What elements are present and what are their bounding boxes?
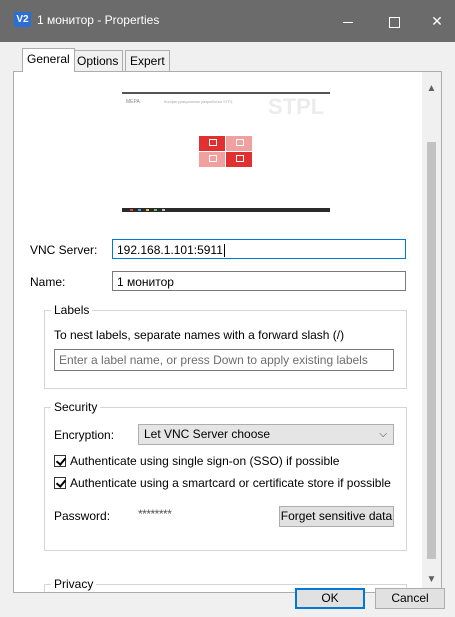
- preview-taskbar-icon: [130, 209, 133, 211]
- text-caret: [223, 244, 225, 258]
- connection-preview-thumbnail: MEPA Конфигурационная разработка STPL ST…: [122, 92, 330, 212]
- smartcard-label[interactable]: Authenticate using a smartcard or certif…: [70, 476, 391, 490]
- label-input[interactable]: Enter a label name, or press Down to app…: [54, 349, 394, 371]
- security-group: Security Encryption: Let VNC Server choo…: [44, 400, 407, 551]
- security-group-title: Security: [51, 400, 101, 414]
- preview-subtitle: Конфигурационная разработка STPL: [164, 99, 233, 104]
- preview-taskbar-icon: [162, 209, 165, 211]
- properties-dialog: General Options Expert MEPA Конфигурацио…: [0, 42, 455, 617]
- title-bar: V2 1 монитор - Properties ✕: [0, 0, 455, 42]
- cancel-button[interactable]: Cancel: [375, 588, 445, 609]
- scroll-up-arrow-icon[interactable]: ▲: [422, 80, 441, 97]
- forget-sensitive-data-button[interactable]: Forget sensitive data: [279, 506, 394, 527]
- scroll-down-arrow-icon[interactable]: ▼: [422, 571, 441, 588]
- labels-hint: To nest labels, separate names with a fo…: [54, 328, 345, 342]
- chevron-down-icon: ⌵: [379, 429, 387, 440]
- preview-tile: [199, 136, 225, 151]
- preview-taskbar-icon: [146, 209, 149, 211]
- vnc-viewer-app-icon[interactable]: V2: [14, 12, 31, 27]
- name-input[interactable]: 1 монитор: [112, 271, 406, 291]
- maximize-icon: [388, 16, 400, 28]
- preview-logo: MEPA: [126, 99, 140, 105]
- minimize-button[interactable]: [325, 0, 371, 42]
- check-icon: [55, 455, 67, 466]
- preview-tile: [226, 152, 252, 167]
- minimize-icon: [343, 21, 353, 23]
- tab-options[interactable]: Options: [72, 50, 124, 71]
- preview-taskbar: [122, 208, 330, 212]
- ok-button[interactable]: OK: [295, 588, 365, 609]
- name-value: 1 монитор: [117, 275, 174, 289]
- general-scroll-area: MEPA Конфигурационная разработка STPL ST…: [14, 72, 422, 592]
- privacy-group-title: Privacy: [51, 577, 97, 591]
- close-icon: ✕: [431, 13, 443, 29]
- smartcard-checkbox[interactable]: [54, 477, 67, 489]
- general-panel: MEPA Конфигурационная разработка STPL ST…: [13, 71, 442, 593]
- encryption-value: Let VNC Server choose: [144, 427, 271, 441]
- preview-taskbar-icon: [138, 209, 141, 211]
- vnc-server-input[interactable]: 192.168.1.101:5911: [112, 239, 406, 259]
- preview-tile: [199, 152, 225, 167]
- preview-watermark: STPL: [268, 94, 325, 119]
- sso-checkbox[interactable]: [54, 455, 67, 467]
- name-label: Name:: [30, 275, 66, 289]
- password-label: Password:: [54, 509, 111, 523]
- vnc-server-label: VNC Server:: [30, 243, 98, 257]
- password-value: ********: [138, 507, 172, 521]
- preview-taskbar-icon: [154, 209, 157, 211]
- tab-general[interactable]: General: [22, 48, 75, 72]
- labels-group-title: Labels: [51, 303, 93, 317]
- close-button[interactable]: ✕: [414, 0, 455, 42]
- encryption-label: Encryption:: [54, 428, 115, 442]
- labels-group: Labels To nest labels, separate names wi…: [44, 303, 407, 389]
- window-title: 1 монитор - Properties: [37, 13, 160, 27]
- check-icon: [55, 477, 67, 488]
- sso-label[interactable]: Authenticate using single sign-on (SSO) …: [70, 454, 339, 468]
- vnc-server-value: 192.168.1.101:5911: [117, 243, 223, 257]
- maximize-button[interactable]: [371, 0, 417, 42]
- tab-expert[interactable]: Expert: [125, 50, 170, 71]
- scrollbar-thumb[interactable]: [427, 142, 436, 559]
- vertical-scrollbar[interactable]: ▲ ▼: [422, 72, 441, 592]
- encryption-select[interactable]: Let VNC Server choose ⌵: [138, 424, 394, 445]
- preview-tile: [226, 136, 252, 151]
